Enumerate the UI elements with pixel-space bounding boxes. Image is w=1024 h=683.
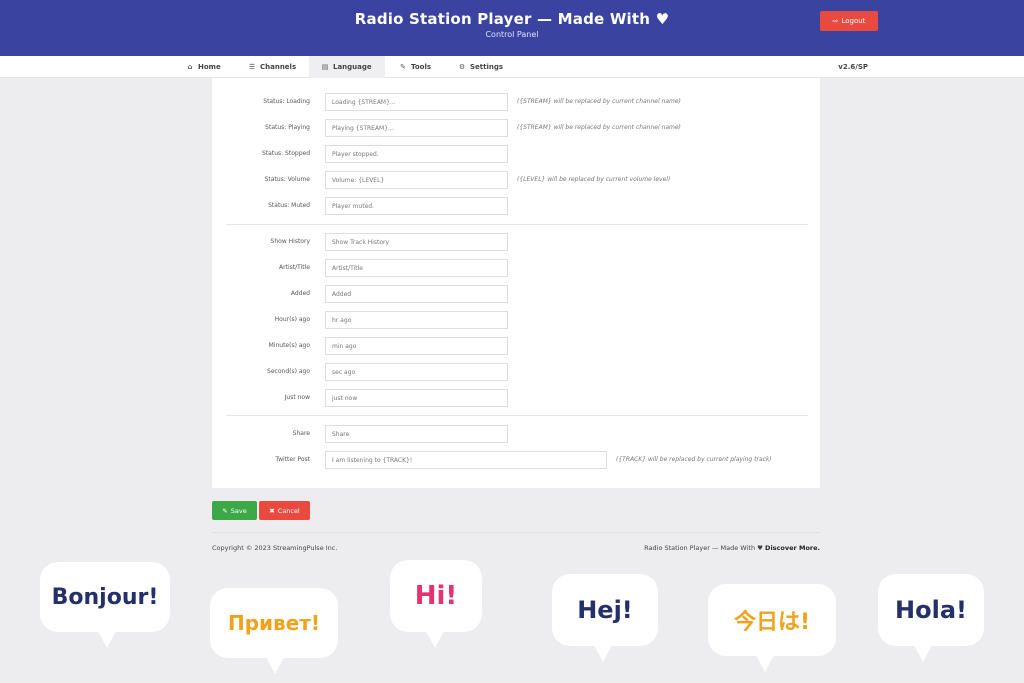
list-icon: ☰ [248,63,256,71]
made-with-text: Radio Station Player — Made With ♥ Disco… [644,544,820,552]
row-added: Added [212,285,820,303]
language-form: Status: Loading ({STREAM} will be replac… [212,78,820,488]
speech-bubble-swedish: Hej! [552,574,658,662]
home-icon: ⌂ [187,63,193,71]
status-volume-input[interactable] [325,171,508,189]
status-playing-input[interactable] [325,119,508,137]
discover-more-link[interactable]: Discover More. [765,544,820,552]
row-just-now: Just now [212,389,820,407]
speech-bubble-japanese: 今日は! [708,584,836,672]
speech-bubble-french: Bonjour! [40,562,170,648]
row-hours-ago: Hour(s) ago [212,311,820,329]
row-show-history: Show History [212,233,820,251]
heart-icon: ♥ [655,10,670,28]
app-header: Radio Station Player — Made With ♥ Contr… [0,0,1024,56]
row-twitter-post: Twitter Post ({TRACK} will be replaced b… [212,451,820,469]
heart-icon: ♥ [757,544,763,552]
hours-ago-input[interactable] [325,311,508,329]
footer-divider [212,532,820,533]
save-button[interactable]: ✎ Save [212,501,257,520]
row-status-playing: Status: Playing ({STREAM} will be replac… [212,119,820,137]
gears-icon: ⚙ [458,63,466,71]
close-icon: ✖ [269,506,275,515]
speech-bubble-russian: Привет! [210,588,338,674]
row-status-stopped: Status: Stopped [212,145,820,163]
main-nav: ⌂ Home ☰ Channels ▤ Language ✎ Tools ⚙ S… [0,56,1024,78]
row-status-loading: Status: Loading ({STREAM} will be replac… [212,93,820,111]
app-subtitle: Control Panel [485,30,539,39]
row-artist-title: Artist/Title [212,259,820,277]
speech-bubble-english: Hi! [390,560,482,648]
language-icon: ▤ [321,63,329,71]
version-label: v2.6/SP [838,63,868,71]
row-status-volume: Status: Volume ({LEVEL} will be replaced… [212,171,820,189]
row-share: Share [212,425,820,443]
copyright-text: Copyright © 2023 StreamingPulse Inc. [212,544,338,552]
seconds-ago-input[interactable] [325,363,508,381]
cancel-button[interactable]: ✖ Cancel [259,501,310,520]
logout-icon: ⇨ [832,17,839,25]
added-input[interactable] [325,285,508,303]
wrench-icon: ✎ [400,63,406,71]
row-seconds-ago: Second(s) ago [212,363,820,381]
nav-language[interactable]: ▤ Language [309,56,385,78]
pencil-icon: ✎ [222,506,228,515]
share-input[interactable] [325,425,508,443]
section-divider [226,415,808,416]
artist-title-input[interactable] [325,259,508,277]
section-divider [226,224,808,225]
just-now-input[interactable] [325,389,508,407]
logout-button[interactable]: ⇨ Logout [820,11,878,31]
status-stopped-input[interactable] [325,145,508,163]
twitter-post-input[interactable] [325,451,607,469]
row-status-muted: Status: Muted [212,197,820,215]
minutes-ago-input[interactable] [325,337,508,355]
nav-settings[interactable]: ⚙ Settings [446,56,515,78]
nav-home[interactable]: ⌂ Home [174,56,233,78]
nav-tools[interactable]: ✎ Tools [387,56,443,78]
speech-bubble-spanish: Hola! [878,574,984,662]
status-loading-input[interactable] [325,93,508,111]
row-minutes-ago: Minute(s) ago [212,337,820,355]
status-muted-input[interactable] [325,197,508,215]
show-history-input[interactable] [325,233,508,251]
nav-channels[interactable]: ☰ Channels [236,56,308,78]
